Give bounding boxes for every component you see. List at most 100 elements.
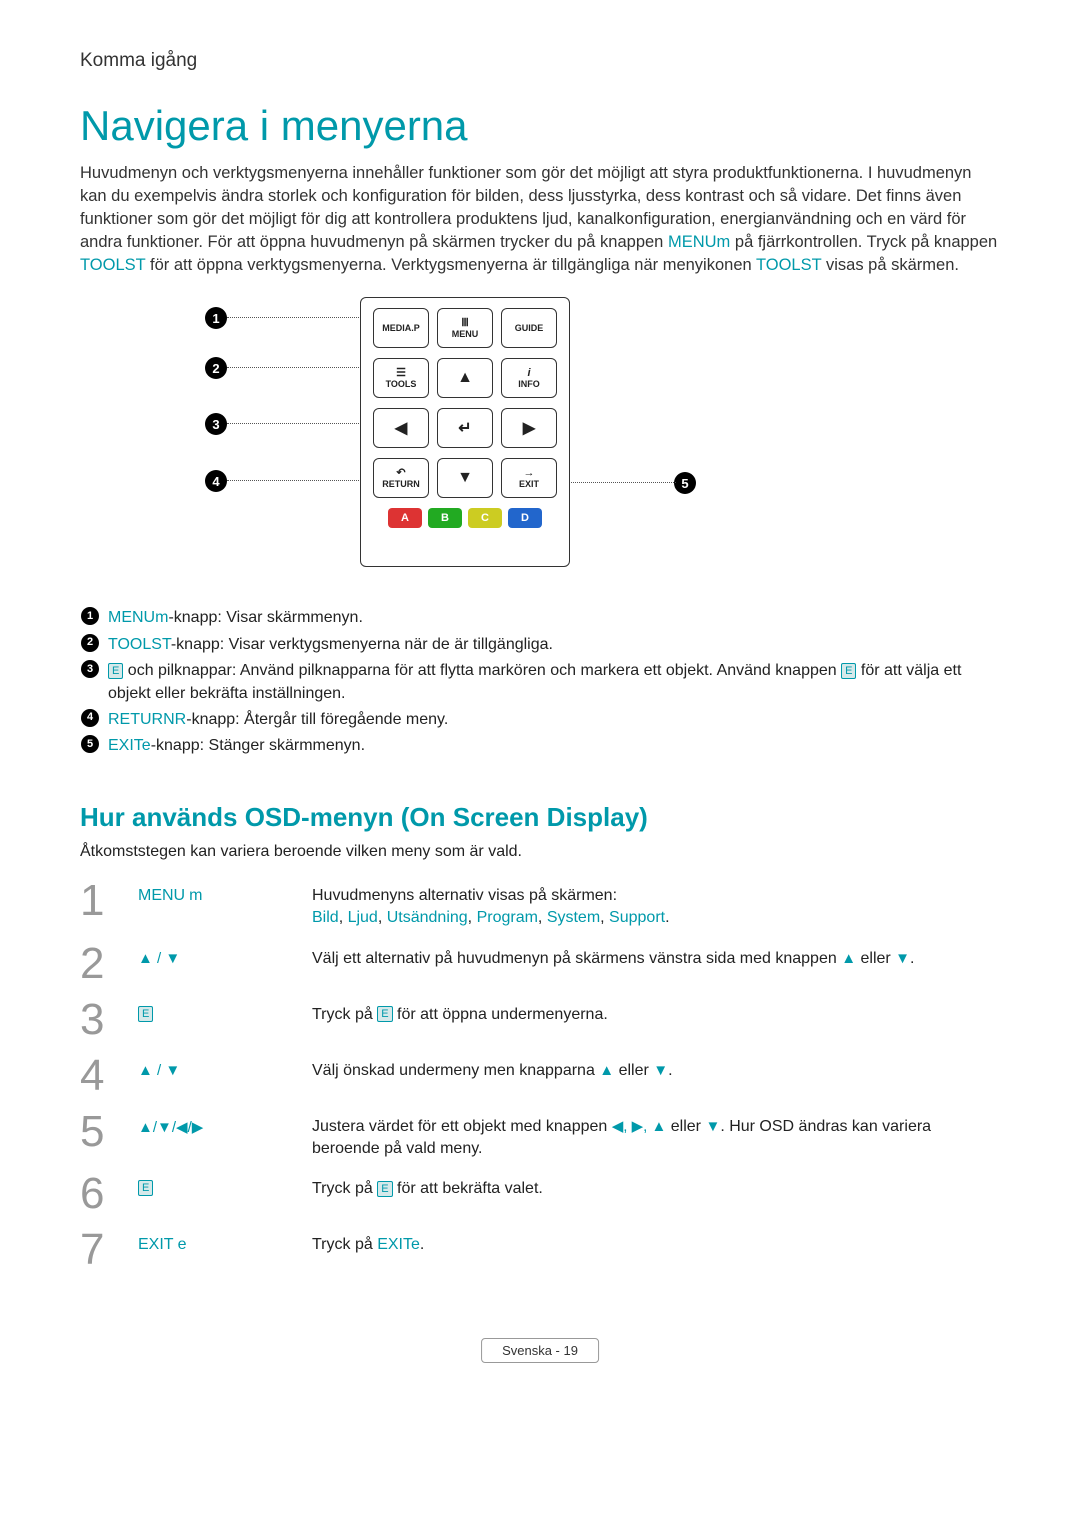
step-number: 4 — [80, 1054, 138, 1098]
down-arrow-icon: ▼ — [653, 1062, 668, 1079]
legend-list: 1 MENUm-knapp: Visar skärmmenyn. 2 TOOLS… — [80, 607, 1000, 757]
link-program: Program — [477, 909, 538, 926]
tools-button: ☰TOOLS — [373, 358, 429, 398]
link-support: Support — [609, 909, 665, 926]
legend-dot-icon: 2 — [81, 634, 99, 652]
exit-icon: e — [411, 1236, 420, 1253]
step-number: 6 — [80, 1172, 138, 1216]
down-arrow-icon: ▼ — [895, 950, 910, 967]
callout-dot-3: 3 — [205, 413, 227, 435]
tools-icon: T — [136, 256, 146, 274]
step-number: 3 — [80, 998, 138, 1042]
step-label: ▲ / ▼ — [138, 942, 312, 967]
enter-button: ↵ — [437, 408, 493, 448]
step-number: 7 — [80, 1228, 138, 1272]
legend-keyword: TOOLS — [108, 636, 162, 653]
step-label: ▲ / ▼ — [138, 1054, 312, 1079]
step-desc: Justera värdet för ett objekt med knappe… — [312, 1110, 1000, 1161]
step-label: ▲/▼/◀/▶ — [138, 1110, 312, 1136]
enter-icon: E — [138, 1006, 153, 1022]
arrow-icons: ◀, ▶, ▲ — [612, 1118, 667, 1135]
green-button: B — [428, 508, 462, 528]
return-icon: R — [175, 711, 187, 728]
step-desc: Välj önskad undermeny men knapparna ▲ el… — [312, 1054, 1000, 1082]
step-number: 2 — [80, 942, 138, 986]
up-arrow-button: ▲ — [437, 358, 493, 398]
menu-button: ⅢMENU — [437, 308, 493, 348]
section-label: Komma igång — [80, 50, 1000, 72]
callout-dot-1: 1 — [205, 307, 227, 329]
step-row: 6 E Tryck på E för att bekräfta valet. — [80, 1166, 1000, 1222]
exit-icon: e — [142, 737, 151, 754]
subtitle: Hur används OSD-menyn (On Screen Display… — [80, 802, 1000, 833]
red-button: A — [388, 508, 422, 528]
callout-dot-2: 2 — [205, 357, 227, 379]
intro-paragraph: Huvudmenyn och verktygsmenyerna innehåll… — [80, 162, 1000, 277]
step-row: 7 EXITe Tryck på EXITe. — [80, 1222, 1000, 1278]
legend-text: och pilknappar: Använd pilknapparna för … — [123, 662, 841, 679]
color-buttons: A B C D — [371, 508, 559, 528]
sub-intro: Åtkomststegen kan variera beroende vilke… — [80, 843, 1000, 861]
yellow-button: C — [468, 508, 502, 528]
step-desc: Välj ett alternativ på huvudmenyn på skä… — [312, 942, 1000, 970]
step-label: E — [138, 998, 312, 1022]
up-arrow-icon: ▲ — [841, 950, 856, 967]
tools-icon: T — [812, 256, 822, 274]
enter-icon: E — [138, 1180, 153, 1196]
up-arrow-icon: ▲ — [599, 1062, 614, 1079]
legend-text: -knapp: Visar skärmmenyn. — [168, 609, 362, 626]
legend-dot-icon: 5 — [81, 735, 99, 753]
legend-dot-icon: 4 — [81, 709, 99, 727]
enter-icon: E — [841, 663, 856, 679]
down-arrow-button: ▼ — [437, 458, 493, 498]
intro-text-4: visas på skärmen. — [826, 256, 959, 274]
legend-dot-icon: 3 — [81, 660, 99, 678]
mediap-button: MEDIA.P — [373, 308, 429, 348]
step-desc: Huvudmenyns alternativ visas på skärmen:… — [312, 879, 1000, 930]
menu-icon: m — [717, 233, 731, 251]
legend-keyword: MENU — [108, 609, 155, 626]
callout-dot-5: 5 — [674, 472, 696, 494]
tools-icon: T — [162, 636, 171, 653]
link-system: System — [547, 909, 600, 926]
enter-icon: E — [108, 663, 123, 679]
exit-button: →EXIT — [501, 458, 557, 498]
intro-text-2: på fjärrkontrollen. Tryck på knappen — [735, 233, 997, 251]
step-desc: Tryck på E för att bekräfta valet. — [312, 1172, 1000, 1200]
down-arrow-icon: ▼ — [705, 1118, 720, 1135]
legend-keyword: EXIT — [108, 737, 142, 754]
step-row: 2 ▲ / ▼ Välj ett alternativ på huvudmeny… — [80, 936, 1000, 992]
intro-text-3: för att öppna verktygsmenyerna. Verktygs… — [150, 256, 756, 274]
step-number: 5 — [80, 1110, 138, 1154]
link-bild: Bild — [312, 909, 339, 926]
legend-item-5: 5 EXITe-knapp: Stänger skärmmenyn. — [80, 735, 1000, 757]
step-label: E — [138, 1172, 312, 1196]
legend-item-3: 3 E och pilknappar: Använd pilknapparna … — [80, 660, 1000, 705]
step-desc: Tryck på E för att öppna undermenyerna. — [312, 998, 1000, 1026]
link-utsandning: Utsändning — [387, 909, 468, 926]
legend-dot-icon: 1 — [81, 607, 99, 625]
step-row: 5 ▲/▼/◀/▶ Justera värdet för ett objekt … — [80, 1104, 1000, 1167]
legend-keyword: RETURN — [108, 711, 175, 728]
step-label: MENUm — [138, 879, 312, 905]
legend-item-2: 2 TOOLST-knapp: Visar verktygsmenyerna n… — [80, 634, 1000, 656]
menu-keyword: MENUm — [668, 233, 730, 251]
legend-text: -knapp: Stänger skärmmenyn. — [151, 737, 365, 754]
remote-body: MEDIA.P ⅢMENU GUIDE ☰TOOLS ▲ iINFO ◀ ↵ ▶… — [360, 297, 570, 567]
callout-dot-4: 4 — [205, 470, 227, 492]
tools-keyword-2: TOOLST — [756, 256, 821, 274]
enter-icon: E — [377, 1006, 392, 1022]
menu-icon: m — [155, 609, 168, 626]
left-arrow-button: ◀ — [373, 408, 429, 448]
legend-text: -knapp: Återgår till föregående meny. — [186, 711, 448, 728]
step-row: 4 ▲ / ▼ Välj önskad undermeny men knappa… — [80, 1048, 1000, 1104]
step-desc: Tryck på EXITe. — [312, 1228, 1000, 1256]
exit-keyword: EXIT — [377, 1236, 411, 1253]
right-arrow-button: ▶ — [501, 408, 557, 448]
menu-icon: m — [189, 887, 202, 905]
page-title: Navigera i menyerna — [80, 102, 1000, 150]
steps-table: 1 MENUm Huvudmenyns alternativ visas på … — [80, 873, 1000, 1279]
guide-button: GUIDE — [501, 308, 557, 348]
return-button: ↶RETURN — [373, 458, 429, 498]
info-button: iINFO — [501, 358, 557, 398]
